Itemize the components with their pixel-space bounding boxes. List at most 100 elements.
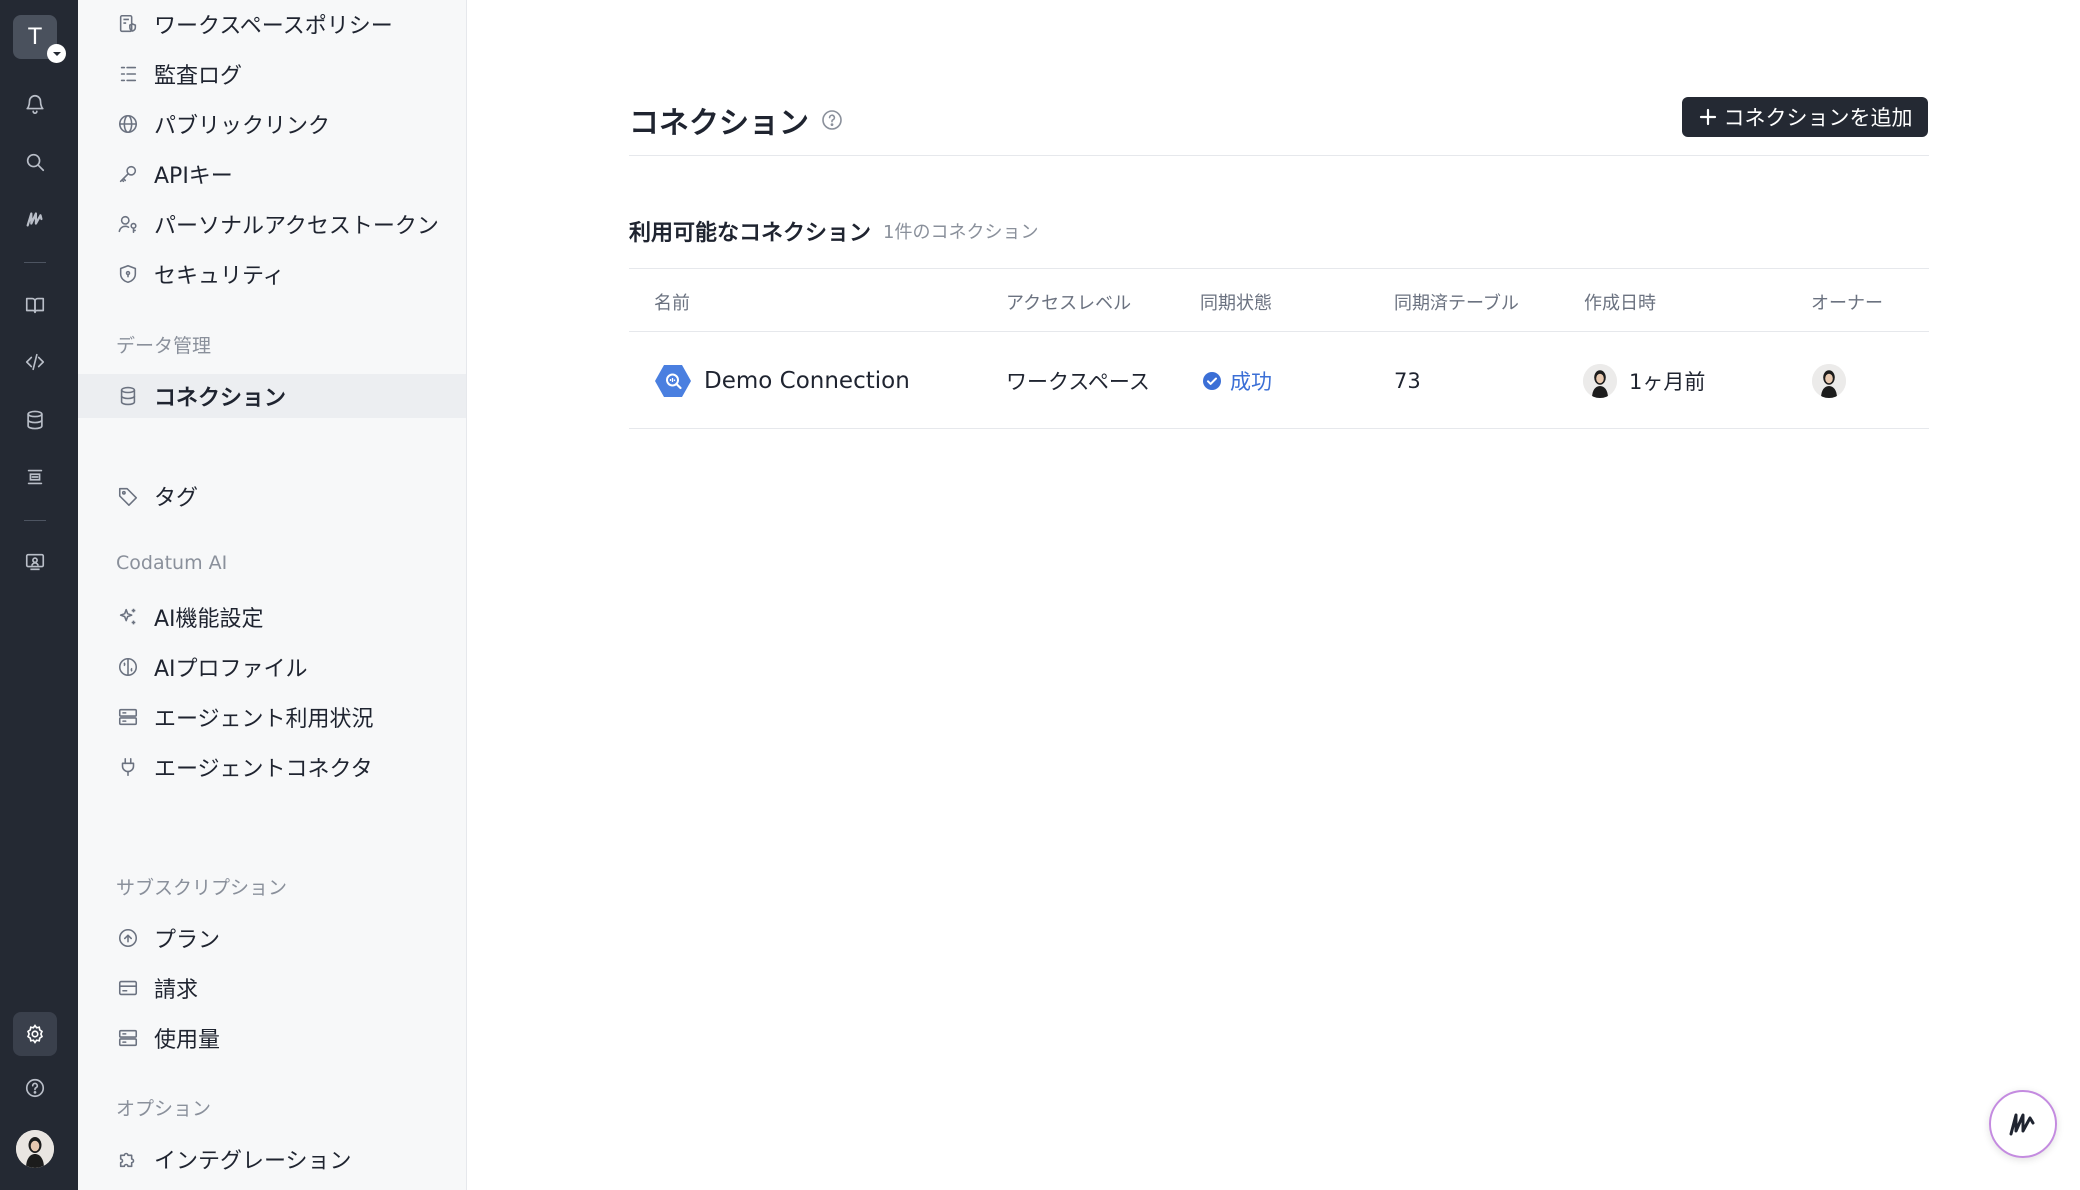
- ai-assistant-button[interactable]: [1989, 1090, 2057, 1158]
- sidebar-item-integrations[interactable]: インテグレーション: [78, 1137, 466, 1181]
- codatum-logo-icon[interactable]: [13, 197, 57, 241]
- sidebar-item-label: 監査ログ: [154, 64, 243, 89]
- sidebar-item-label: パーソナルアクセストークン: [154, 214, 439, 239]
- add-connection-button[interactable]: コネクションを追加: [1682, 97, 1928, 137]
- credit-card-icon: [116, 976, 140, 1000]
- list-icon: [116, 62, 140, 86]
- sidebar-item-label: パブリックリンク: [154, 114, 331, 139]
- sidebar-item-label: AIプロファイル: [154, 657, 308, 682]
- sidebar-item-label: APIキー: [154, 164, 233, 189]
- connection-count: 1件のコネクション: [883, 222, 1039, 243]
- codatum-logo-icon: [2009, 1113, 2035, 1136]
- help-circle-icon[interactable]: [821, 109, 843, 131]
- chevron-down-icon[interactable]: [47, 44, 66, 63]
- database-icon[interactable]: [13, 398, 57, 442]
- sidebar-item-audit-log[interactable]: 監査ログ: [78, 52, 466, 96]
- sidebar-item-tags[interactable]: タグ: [78, 474, 466, 518]
- section-label-codatum-ai: Codatum AI: [116, 552, 228, 574]
- rail-divider: [24, 262, 46, 263]
- column-header-created[interactable]: 作成日時: [1584, 289, 1656, 315]
- puzzle-icon: [116, 1147, 140, 1171]
- book-icon[interactable]: [13, 283, 57, 327]
- server-icon: [116, 705, 140, 729]
- key-icon: [116, 162, 140, 186]
- policy-icon: [116, 12, 140, 36]
- sidebar-item-usage[interactable]: 使用量: [78, 1016, 466, 1060]
- section-label-options: オプション: [116, 1098, 212, 1120]
- workspace-initial: T: [28, 24, 42, 50]
- main-content: コネクション コネクションを追加 利用可能なコネクション 1件のコネクション 名…: [468, 0, 2080, 1190]
- database-icon: [116, 384, 140, 408]
- sidebar-item-label: タグ: [154, 486, 199, 511]
- column-header-owner[interactable]: オーナー: [1811, 289, 1883, 315]
- sidebar-item-label: プラン: [154, 928, 221, 953]
- settings-sidebar: ワークスペースポリシー 監査ログ パブリックリンク APIキー パーソナルアクセ…: [78, 0, 467, 1190]
- rail-divider: [24, 520, 46, 521]
- column-header-synced-tables[interactable]: 同期済テーブル: [1394, 289, 1519, 315]
- sidebar-item-agent-usage[interactable]: エージェント利用状況: [78, 695, 466, 739]
- shield-icon: [116, 262, 140, 286]
- page-title: コネクション: [629, 98, 843, 142]
- sidebar-item-api-key[interactable]: APIキー: [78, 152, 466, 196]
- cell-sync-status: 成功: [1202, 332, 1272, 429]
- table-header: 名前 アクセスレベル 同期状態 同期済テーブル 作成日時 オーナー: [629, 268, 1929, 332]
- page-title-text: コネクション: [629, 106, 809, 141]
- plus-icon: [1698, 107, 1718, 127]
- sidebar-item-label: インテグレーション: [154, 1149, 352, 1174]
- section-label-data-management: データ管理: [116, 335, 212, 357]
- help-circle-icon[interactable]: [13, 1066, 57, 1110]
- cell-owner: [1812, 332, 1858, 429]
- column-header-access-level[interactable]: アクセスレベル: [1006, 289, 1131, 315]
- check-circle-icon: [1202, 371, 1222, 391]
- plug-icon: [116, 755, 140, 779]
- layers-icon[interactable]: [13, 455, 57, 499]
- sidebar-item-label: 使用量: [154, 1028, 221, 1053]
- sidebar-item-label: コネクション: [154, 386, 287, 411]
- brain-icon: [116, 655, 140, 679]
- sidebar-item-billing[interactable]: 請求: [78, 966, 466, 1010]
- connection-name-link[interactable]: Demo Connection: [704, 368, 910, 394]
- bell-icon[interactable]: [13, 82, 57, 126]
- creator-avatar: [1583, 363, 1617, 398]
- sidebar-item-label: エージェント利用状況: [154, 707, 374, 732]
- sidebar-item-personal-access-token[interactable]: パーソナルアクセストークン: [78, 202, 466, 246]
- section-label-subscription: サブスクリプション: [116, 877, 288, 899]
- user-key-icon: [116, 212, 140, 236]
- sidebar-item-workspace-policy[interactable]: ワークスペースポリシー: [78, 2, 466, 46]
- created-text: 1ヶ月前: [1629, 369, 1706, 394]
- column-header-sync-status[interactable]: 同期状態: [1200, 289, 1272, 315]
- cell-access-level: ワークスペース: [1006, 369, 1150, 394]
- server-icon: [116, 1026, 140, 1050]
- sidebar-item-plan[interactable]: プラン: [78, 916, 466, 960]
- icon-rail: T: [0, 0, 78, 1190]
- table-row[interactable]: Demo Connection ワークスペース 成功 73 1ヶ月前: [629, 332, 1929, 429]
- tag-icon: [116, 484, 140, 508]
- sidebar-item-label: エージェントコネクタ: [154, 757, 373, 782]
- code-icon[interactable]: [13, 340, 57, 384]
- globe-icon: [116, 112, 140, 136]
- sparkles-icon: [116, 605, 140, 629]
- bigquery-icon: [654, 362, 692, 400]
- presentation-icon[interactable]: [13, 540, 57, 584]
- add-connection-label: コネクションを追加: [1723, 107, 1913, 130]
- cell-name: Demo Connection: [654, 332, 910, 429]
- gear-icon[interactable]: [13, 1012, 57, 1056]
- sidebar-item-ai-profile[interactable]: AIプロファイル: [78, 645, 466, 689]
- sidebar-item-agent-connector[interactable]: エージェントコネクタ: [78, 745, 466, 789]
- sidebar-item-label: ワークスペースポリシー: [154, 14, 393, 39]
- owner-avatar[interactable]: [1812, 363, 1846, 398]
- cell-synced-tables: 73: [1394, 368, 1421, 393]
- sidebar-item-public-link[interactable]: パブリックリンク: [78, 102, 466, 146]
- column-header-name[interactable]: 名前: [654, 289, 690, 315]
- sidebar-item-connections[interactable]: コネクション: [78, 374, 466, 418]
- cell-created: 1ヶ月前: [1583, 332, 1705, 429]
- user-avatar[interactable]: [16, 1130, 54, 1168]
- sidebar-item-label: 請求: [154, 978, 199, 1003]
- section-title: 利用可能なコネクション: [629, 221, 872, 246]
- search-icon[interactable]: [13, 140, 57, 184]
- sync-status-text: 成功: [1230, 369, 1272, 394]
- sidebar-item-ai-settings[interactable]: AI機能設定: [78, 595, 466, 639]
- sidebar-item-label: AI機能設定: [154, 607, 264, 632]
- arrow-up-circle-icon: [116, 926, 140, 950]
- sidebar-item-security[interactable]: セキュリティ: [78, 252, 466, 296]
